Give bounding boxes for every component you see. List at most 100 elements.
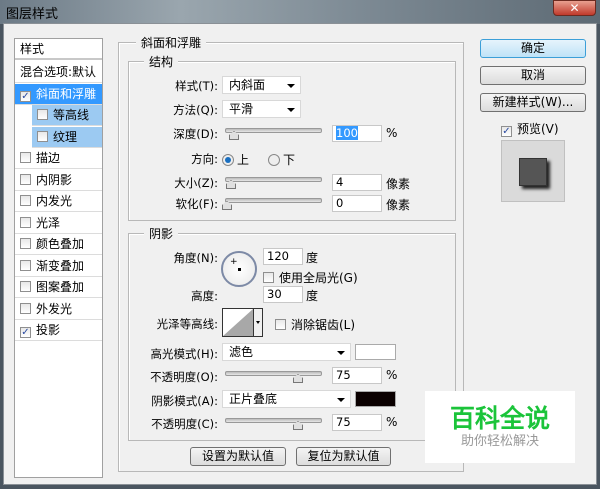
styles-list: 样式 混合选项:默认 ✓ 斜面和浮雕等高线纹理描边内阴影 内发光光泽颜色叠加渐变叠加图… <box>14 38 103 478</box>
highlight-opacity-input[interactable]: 75 <box>332 367 382 384</box>
depth-unit: % <box>386 126 398 140</box>
gloss-contour-label: 光泽等高线: <box>156 317 218 331</box>
style-preview <box>501 140 565 202</box>
close-button[interactable]: ✕ <box>553 0 596 16</box>
sidebar-item-label: 光泽 <box>36 215 61 230</box>
chevron-down-icon <box>253 309 262 336</box>
size-slider[interactable] <box>225 177 322 182</box>
checkbox-icon[interactable] <box>20 195 31 206</box>
sidebar-item-label: 等高线 <box>53 108 90 122</box>
depth-input[interactable]: 100 <box>332 125 382 142</box>
preview-checkbox[interactable]: ✓ 预览(V) <box>501 120 559 137</box>
angle-unit: 度 <box>306 251 319 265</box>
altitude-input[interactable]: 30 <box>263 286 303 303</box>
global-light-checkbox[interactable]: 使用全局光(G) <box>263 269 358 286</box>
chevron-down-icon <box>337 351 345 355</box>
chevron-down-icon <box>287 84 295 88</box>
sidebar-item[interactable]: 渐变叠加 <box>15 256 102 277</box>
highlight-mode-label: 高光模式(H): <box>150 347 219 361</box>
sidebar-item-label: 斜面和浮雕 <box>36 86 97 101</box>
sidebar-item[interactable]: ✓ 投影 <box>15 320 102 341</box>
shadow-mode-select[interactable]: 正片叠底 <box>222 390 351 408</box>
size-input[interactable]: 4 <box>332 174 382 191</box>
sidebar-item[interactable]: 混合选项:默认 <box>15 62 102 83</box>
sidebar-item[interactable]: 描边 <box>15 148 102 169</box>
direction-down-radio[interactable]: 下 <box>268 151 295 168</box>
bevel-emboss-title: 斜面和浮雕 <box>136 34 207 51</box>
checkbox-checked-icon: ✓ <box>501 126 512 137</box>
gloss-contour-picker[interactable] <box>222 308 263 337</box>
percent-unit: % <box>386 415 398 429</box>
checkbox-checked-icon[interactable]: ✓ <box>20 327 31 338</box>
sidebar-item[interactable]: 纹理 <box>32 126 102 148</box>
checkbox-checked-icon[interactable]: ✓ <box>20 90 31 102</box>
checkbox-icon[interactable] <box>20 259 31 271</box>
angle-input[interactable]: 120 <box>263 248 303 265</box>
sidebar-item[interactable]: ✓ 斜面和浮雕 <box>15 83 102 105</box>
dial-center-dot <box>238 268 241 271</box>
soften-input[interactable]: 0 <box>332 195 382 212</box>
highlight-mode-value: 滤色 <box>229 345 254 359</box>
altitude-unit: 度 <box>306 289 319 303</box>
angle-dial[interactable]: + <box>221 251 257 287</box>
checkbox-icon[interactable] <box>20 302 31 314</box>
anti-alias-checkbox[interactable]: 消除锯齿(L) <box>275 316 355 333</box>
ok-button[interactable]: 确定 <box>480 39 586 58</box>
cancel-button[interactable]: 取消 <box>480 66 586 85</box>
highlight-opacity-slider[interactable] <box>225 371 322 376</box>
depth-value: 100 <box>336 126 358 140</box>
checkbox-icon[interactable] <box>20 173 31 185</box>
shadow-color-swatch[interactable] <box>355 391 396 407</box>
style-label: 样式(T): <box>175 79 218 93</box>
sidebar-item-label: 描边 <box>36 151 61 165</box>
style-select[interactable]: 内斜面 <box>222 76 301 94</box>
method-value: 平滑 <box>229 102 254 116</box>
shadow-opacity-input[interactable]: 75 <box>332 414 382 431</box>
direction-up-radio[interactable]: 上 <box>222 151 249 168</box>
sidebar-item[interactable]: 光泽 <box>15 213 102 234</box>
highlight-color-swatch[interactable] <box>355 344 396 360</box>
crosshair-icon: + <box>230 257 238 267</box>
anti-alias-label: 消除锯齿(L) <box>291 318 356 332</box>
radio-selected-icon <box>222 154 234 166</box>
structure-title: 结构 <box>144 53 179 70</box>
sidebar-item[interactable]: 图案叠加 <box>15 277 102 298</box>
shadow-mode-label: 阴影模式(A): <box>151 394 218 408</box>
checkbox-icon[interactable] <box>20 152 31 163</box>
sidebar-item[interactable]: 内发光 <box>15 191 102 212</box>
sidebar-item[interactable]: 内阴影 <box>15 170 102 191</box>
shadow-opacity-label: 不透明度(C): <box>151 417 218 431</box>
shadow-opacity-slider[interactable] <box>225 418 322 423</box>
sidebar-item[interactable]: 等高线 <box>32 105 102 126</box>
altitude-label: 高度: <box>191 289 218 303</box>
method-select[interactable]: 平滑 <box>222 100 301 118</box>
sidebar-item-label: 纹理 <box>53 129 78 144</box>
sidebar-item-label: 外发光 <box>36 301 73 316</box>
reset-default-button[interactable]: 复位为默认值 <box>296 447 391 466</box>
highlight-mode-select[interactable]: 滤色 <box>222 343 351 361</box>
styles-header: 样式 <box>15 39 102 60</box>
method-label: 方法(Q): <box>173 103 218 117</box>
checkbox-icon[interactable] <box>20 216 31 228</box>
window-title: 图层样式 <box>6 7 59 22</box>
make-default-button[interactable]: 设置为默认值 <box>190 447 286 466</box>
depth-label: 深度(D): <box>173 127 218 141</box>
contour-preview-icon <box>223 309 253 336</box>
sidebar-item-label: 投影 <box>36 323 61 337</box>
sidebar-item-label: 颜色叠加 <box>36 237 85 251</box>
checkbox-icon[interactable] <box>37 130 48 142</box>
direction-down-label: 下 <box>283 153 296 167</box>
depth-slider[interactable] <box>225 128 322 133</box>
checkbox-icon[interactable] <box>37 109 48 120</box>
sidebar-item-label: 渐变叠加 <box>36 258 85 273</box>
sidebar-item[interactable]: 颜色叠加 <box>15 234 102 255</box>
checkbox-icon[interactable] <box>20 238 31 249</box>
soften-slider[interactable] <box>225 198 322 203</box>
checkbox-icon <box>275 319 286 330</box>
soften-label: 软化(F): <box>175 197 218 211</box>
sidebar-item[interactable]: 外发光 <box>15 299 102 320</box>
chevron-down-icon <box>287 108 295 112</box>
watermark-slogan: 助你轻松解决 <box>460 434 539 449</box>
new-style-button[interactable]: 新建样式(W)... <box>480 93 586 112</box>
checkbox-icon[interactable] <box>20 281 31 292</box>
